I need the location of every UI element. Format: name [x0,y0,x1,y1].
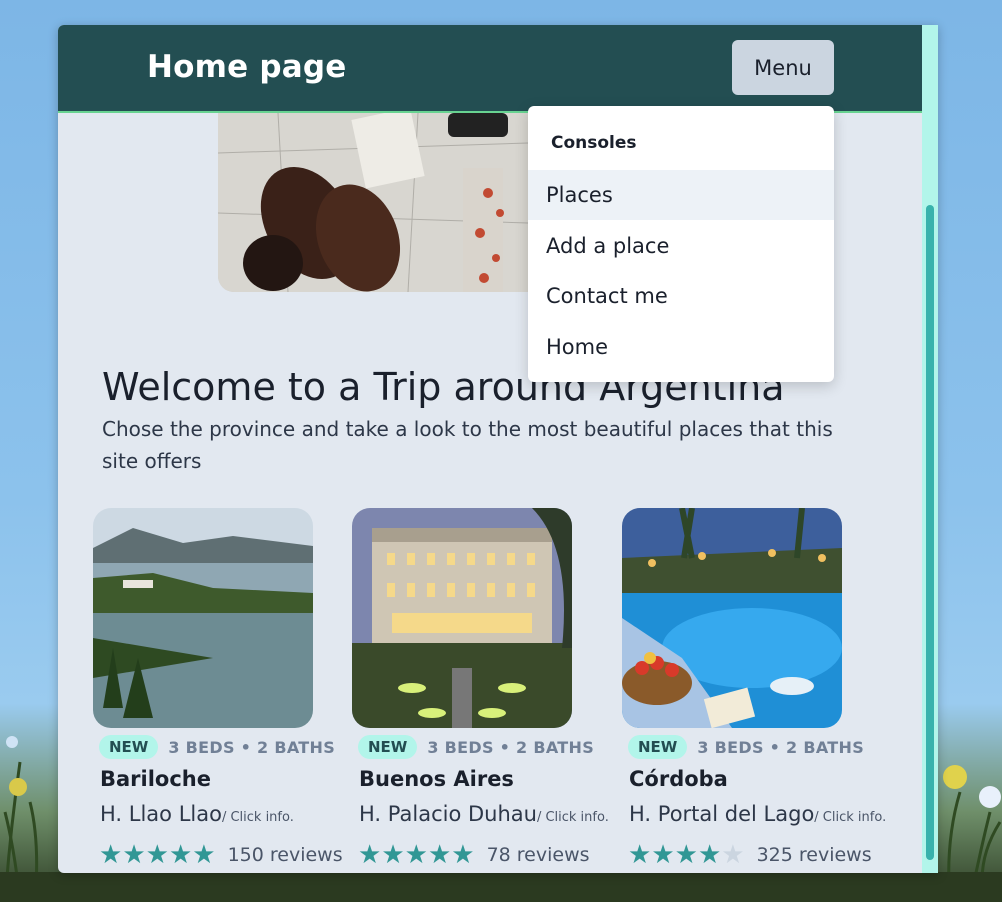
hero-image [218,113,528,292]
cordoba-photo [622,508,842,728]
card-reviews: 150 reviews [227,844,343,866]
card-hotel-name[interactable]: H. Portal del Lago [629,802,814,826]
star-icon: ★ [122,840,146,870]
page-title: Home page [147,49,347,85]
card-specs: 3 BEDS • 2 BATHS [168,737,336,757]
star-icon: ★ [628,840,652,870]
star-icon: ★ [192,840,216,870]
card-hotel-link[interactable]: H. Llao Llao/ Click info. [100,802,294,826]
card-hotel-name[interactable]: H. Llao Llao [100,802,222,826]
star-icon: ★ [451,840,475,870]
card-click-info[interactable]: / Click info. [537,810,609,825]
card-place-name: Buenos Aires [359,767,514,791]
star-icon: ★ [168,840,193,870]
menu-item-contact[interactable]: Contact me [528,271,834,321]
menu-group-title: Consoles [551,133,637,153]
card-reviews: 78 reviews [486,844,590,866]
card-hotel-link[interactable]: H. Palacio Duhau/ Click info. [359,802,609,826]
new-badge: NEW [628,735,688,759]
menu-item-places[interactable]: Places [528,170,834,220]
scrollbar-track[interactable] [922,25,938,873]
card-hotel-name[interactable]: H. Palacio Duhau [359,802,537,826]
star-icon: ★ [381,840,405,870]
app-header: Home page Menu [58,25,922,113]
star-empty-icon: ★ [721,840,745,870]
card-click-info[interactable]: / Click info. [814,810,886,825]
bariloche-photo [93,508,313,728]
star-icon: ★ [427,840,452,870]
card-hotel-link[interactable]: H. Portal del Lago/ Click info. [629,802,886,826]
new-badge: NEW [358,735,418,759]
star-icon: ★ [145,840,169,870]
star-icon: ★ [674,840,698,870]
card-rating: ★ ★ ★ ★ ★ 78 reviews [358,842,590,868]
menu-button[interactable]: Menu [732,40,834,95]
menu-dropdown: Consoles Places Add a place Contact me H… [528,106,834,382]
star-icon: ★ [99,840,123,870]
card-click-info[interactable]: / Click info. [222,810,294,825]
menu-item-add-place[interactable]: Add a place [528,221,834,271]
star-icon: ★ [404,840,428,870]
card-specs: 3 BEDS • 2 BATHS [427,737,595,757]
buenos-aires-photo [352,508,572,728]
card-specs: 3 BEDS • 2 BATHS [697,737,865,757]
card-reviews: 325 reviews [756,844,872,866]
menu-item-home[interactable]: Home [528,322,834,372]
star-icon: ★ [697,840,722,870]
welcome-subtext: Chose the province and take a look to th… [102,417,833,473]
place-card-buenos-aires[interactable]: NEW 3 BEDS • 2 BATHS Buenos Aires H. Pal… [352,508,609,868]
star-icon: ★ [358,840,382,870]
scrollbar-thumb[interactable] [926,205,934,860]
place-card-cordoba[interactable]: NEW 3 BEDS • 2 BATHS Córdoba H. Portal d… [622,508,886,868]
place-card-bariloche[interactable]: NEW 3 BEDS • 2 BATHS Bariloche H. Llao L… [93,508,343,868]
card-rating: ★ ★ ★ ★ ★ 150 reviews [99,842,343,868]
new-badge: NEW [99,735,159,759]
card-rating: ★ ★ ★ ★ ★ 325 reviews [628,842,872,868]
card-place-name: Córdoba [629,767,728,791]
star-icon: ★ [651,840,675,870]
card-place-name: Bariloche [100,767,211,791]
